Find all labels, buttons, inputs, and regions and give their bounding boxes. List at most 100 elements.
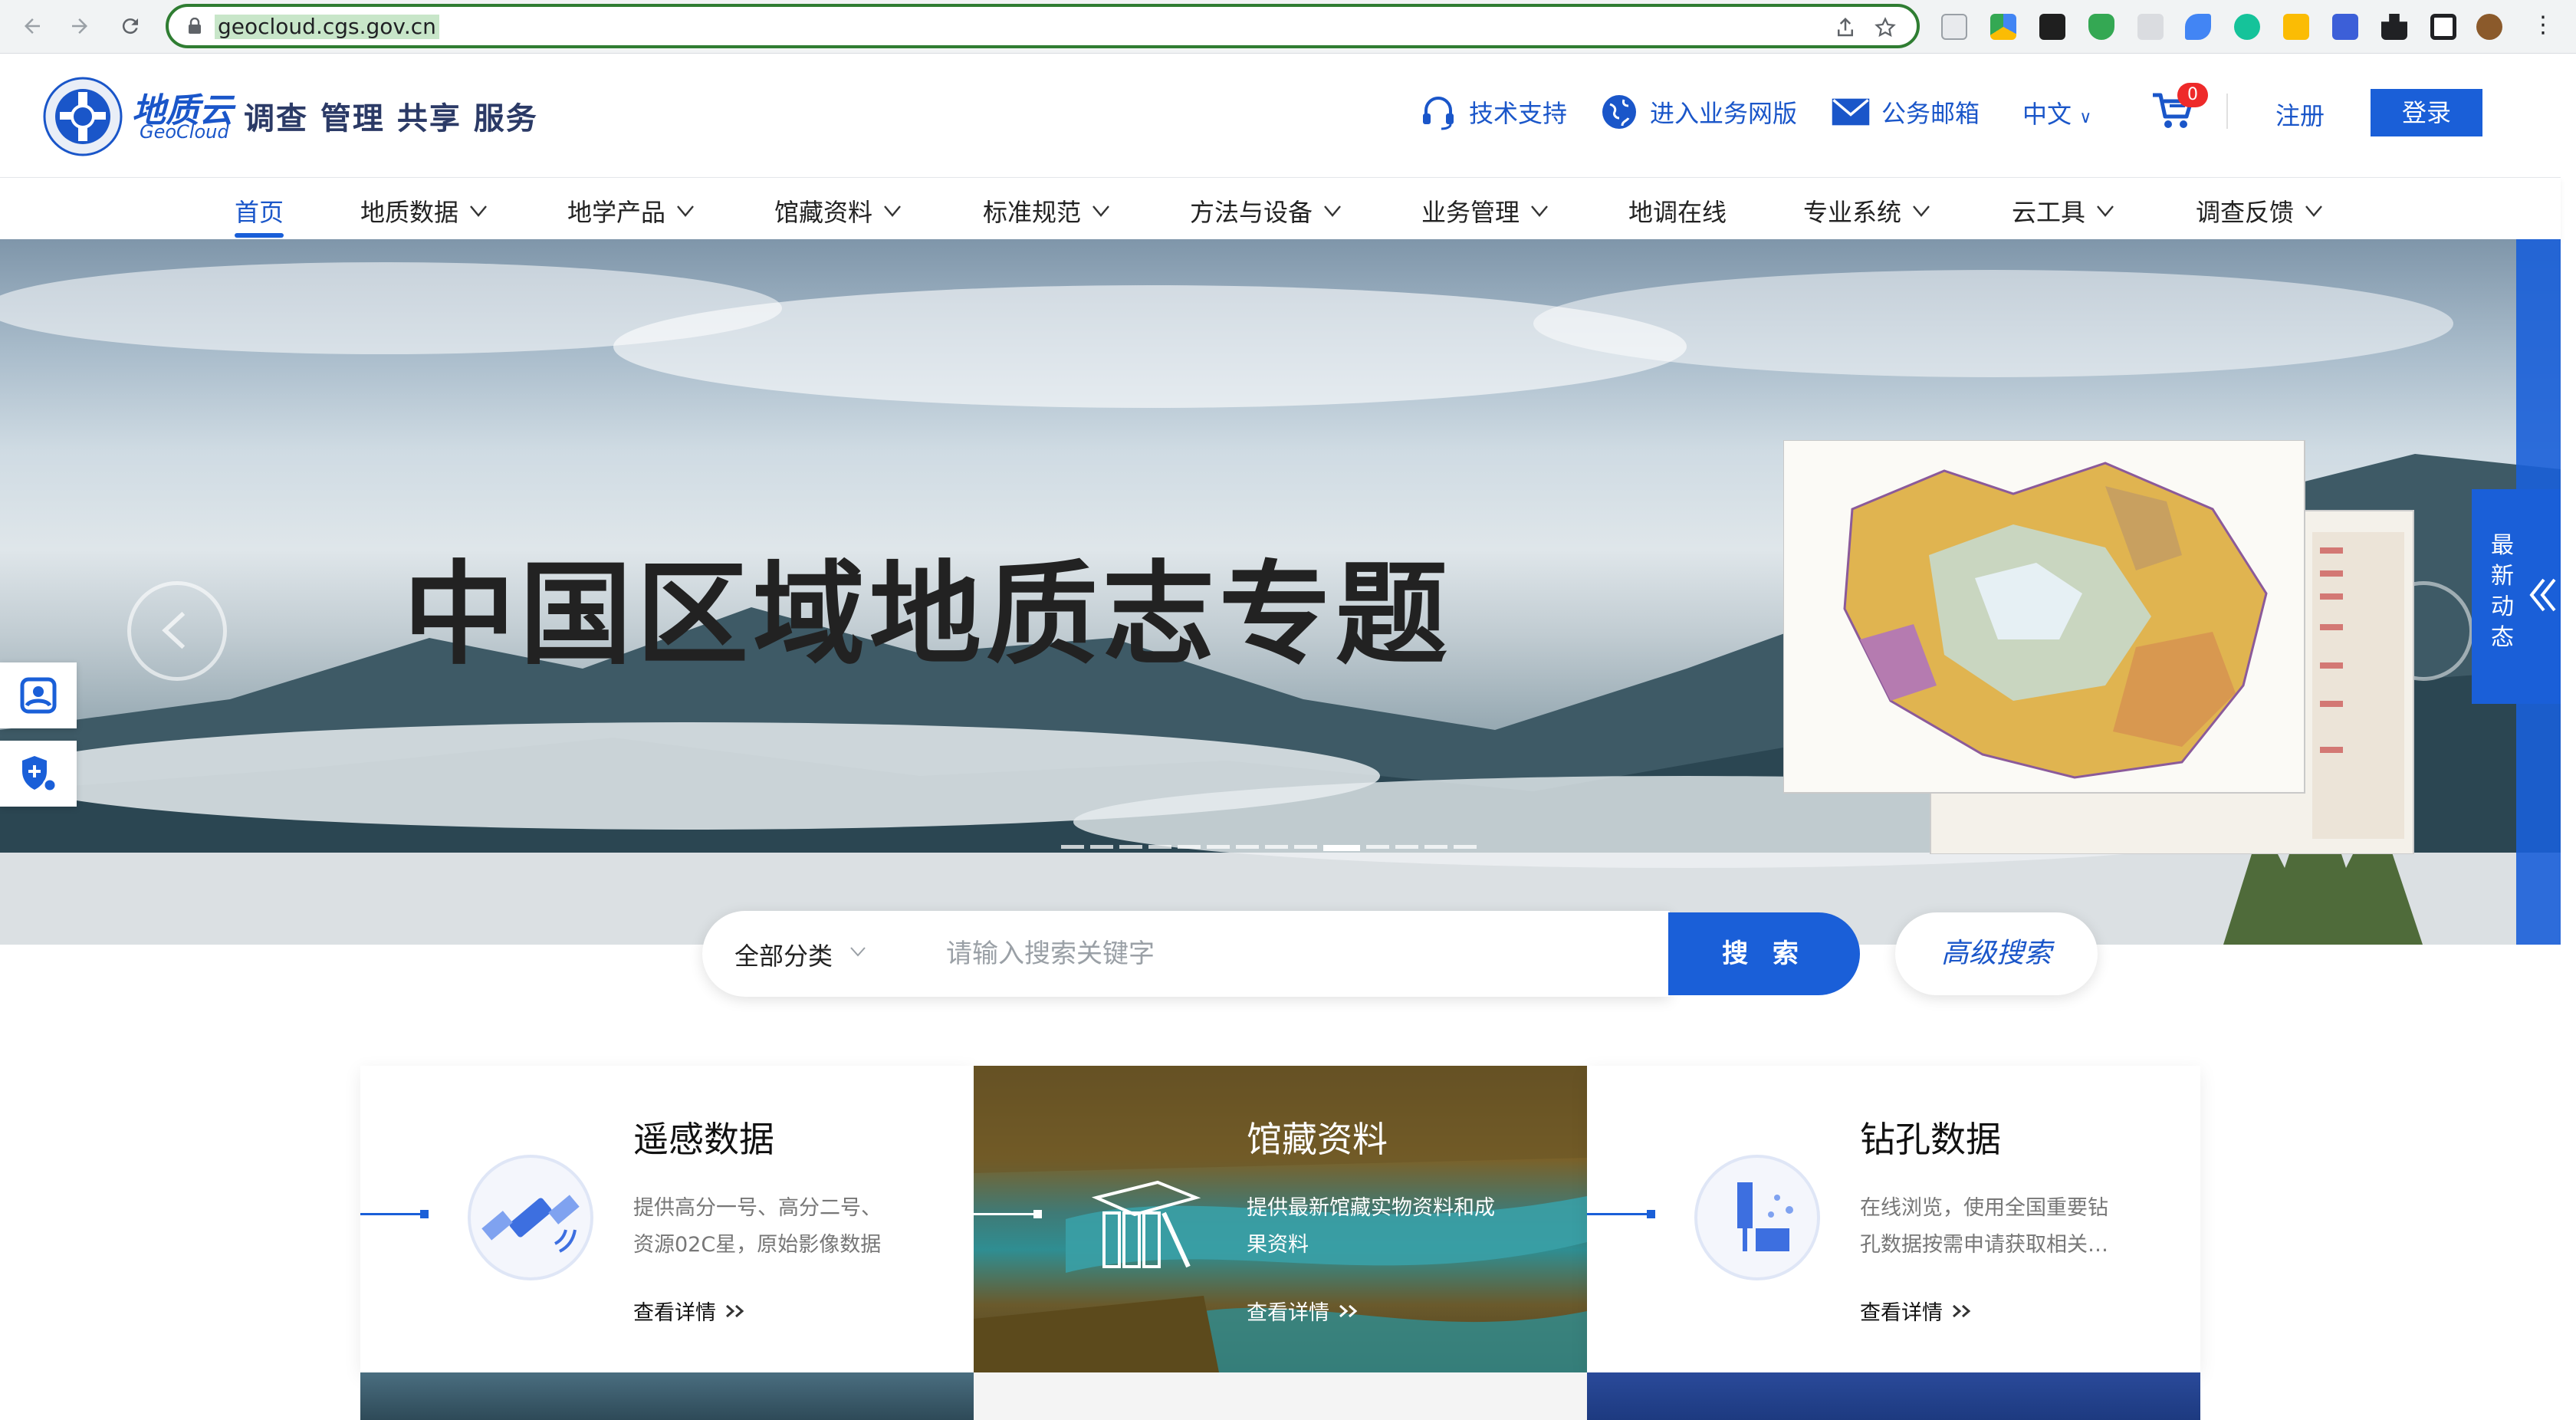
logo-tagline: 调查 管理 共享 服务 bbox=[244, 101, 538, 136]
nav-item-systems[interactable]: 专业系统 bbox=[1803, 193, 1930, 228]
nav-item-geo-data[interactable]: 地质数据 bbox=[360, 193, 488, 228]
latest-news-tab[interactable]: 最新动态 bbox=[2472, 489, 2561, 704]
carousel-dot[interactable] bbox=[1454, 845, 1477, 849]
carousel-dot[interactable] bbox=[1366, 845, 1389, 849]
advanced-search-button[interactable]: 高级搜索 bbox=[1895, 912, 2098, 995]
logo-text-en[interactable]: GeoCloud bbox=[140, 121, 229, 143]
address-bar[interactable]: geocloud.cgs.gov.cn bbox=[166, 4, 1920, 48]
language-label: 中文 bbox=[2022, 100, 2072, 129]
card-more-label: 查看详情 bbox=[633, 1301, 716, 1325]
nav-item-archives[interactable]: 馆藏资料 bbox=[774, 193, 902, 228]
floating-profile-button[interactable] bbox=[0, 662, 77, 728]
hero-banner[interactable]: 中国区域地质志专题 bbox=[0, 239, 2561, 945]
reload-icon bbox=[122, 18, 138, 35]
search-category-select[interactable]: 全部分类 bbox=[734, 937, 833, 972]
carousel-dot[interactable] bbox=[1061, 845, 1084, 849]
carousel-dot[interactable] bbox=[1236, 845, 1259, 849]
card-row2-image-blue[interactable] bbox=[1587, 1372, 2200, 1420]
extension-gray-icon[interactable] bbox=[2137, 14, 2164, 40]
chevron-down-icon bbox=[677, 205, 694, 217]
card-row2-blank[interactable] bbox=[974, 1372, 1587, 1420]
nav-item-label: 专业系统 bbox=[1803, 198, 1902, 227]
shield-extension-icon[interactable] bbox=[2088, 14, 2114, 40]
card-connector-dot bbox=[420, 1210, 429, 1218]
chevron-down-icon bbox=[2097, 205, 2114, 217]
extension-dark-icon[interactable] bbox=[2039, 14, 2065, 40]
nav-item-label: 地调在线 bbox=[1628, 198, 1727, 227]
chevron-down-icon bbox=[884, 205, 901, 217]
chevron-down-icon bbox=[1531, 205, 1548, 217]
nav-item-business[interactable]: 业务管理 bbox=[1421, 193, 1549, 228]
carousel-dot[interactable] bbox=[1178, 845, 1201, 849]
language-selector[interactable]: 中文 ∨ bbox=[2022, 95, 2091, 130]
star-icon[interactable] bbox=[1874, 16, 1897, 39]
nav-item-label: 地质数据 bbox=[360, 198, 459, 227]
carousel-prev-button[interactable] bbox=[127, 581, 227, 681]
forward-button[interactable] bbox=[64, 11, 95, 41]
reload-button[interactable] bbox=[115, 11, 146, 41]
geocloud-emblem-icon[interactable] bbox=[43, 77, 123, 156]
nav-item-cloud-tools[interactable]: 云工具 bbox=[2012, 193, 2114, 228]
chevron-down-icon bbox=[1913, 205, 1930, 217]
register-link[interactable]: 注册 bbox=[2275, 97, 2325, 132]
nav-item-label: 首页 bbox=[235, 198, 284, 227]
site-header: 地质云 GeoCloud 调查 管理 共享 服务 技术支持 进入业务网版 公务邮… bbox=[0, 54, 2561, 178]
carousel-dot[interactable] bbox=[1207, 845, 1230, 849]
card-remote-sensing[interactable]: 遥感数据 提供高分一号、高分二号、资源02C星，原始影像数据 查看详情 bbox=[360, 1066, 974, 1372]
carousel-dot[interactable] bbox=[1148, 845, 1171, 849]
back-button[interactable] bbox=[17, 11, 48, 41]
avatar[interactable] bbox=[2476, 14, 2502, 40]
hero-title[interactable]: 中国区域地质志专题 bbox=[403, 524, 1452, 686]
grammarly-icon[interactable] bbox=[2234, 14, 2260, 40]
card-row2-image[interactable] bbox=[360, 1372, 974, 1420]
shield-plus-icon bbox=[22, 756, 58, 793]
cart-count-badge: 0 bbox=[2177, 83, 2208, 107]
double-chevron-left-icon bbox=[2529, 578, 2556, 612]
login-button[interactable]: 登录 bbox=[2371, 89, 2482, 136]
menu-dots-icon[interactable]: ⋮ bbox=[2530, 14, 2556, 40]
card-more-label: 查看详情 bbox=[1860, 1301, 1943, 1325]
carousel-dot-active[interactable] bbox=[1323, 845, 1360, 851]
sidepanel-icon[interactable] bbox=[2430, 14, 2456, 40]
drive-extension-icon[interactable] bbox=[1990, 14, 2016, 40]
nav-item-home[interactable]: 首页 bbox=[235, 193, 284, 228]
search-button[interactable]: 搜 索 bbox=[1668, 912, 1860, 995]
sound-extension-icon[interactable] bbox=[2185, 14, 2211, 40]
card-borehole[interactable]: 钻孔数据 在线浏览，使用全国重要钻孔数据按需申请获取相关… 查看详情 bbox=[1587, 1066, 2200, 1372]
carousel-dot[interactable] bbox=[1265, 845, 1288, 849]
card-archives[interactable]: 馆藏资料 提供最新馆藏实物资料和成果资料 查看详情 bbox=[974, 1066, 1587, 1372]
nav-item-geo-products[interactable]: 地学产品 bbox=[567, 193, 695, 228]
search-input[interactable] bbox=[946, 931, 1636, 977]
card-more-link[interactable]: 查看详情 bbox=[1247, 1296, 1362, 1326]
extension-doc-icon[interactable] bbox=[1941, 14, 1967, 40]
card-more-link[interactable]: 查看详情 bbox=[633, 1296, 748, 1326]
download-extension-icon[interactable] bbox=[2283, 14, 2309, 40]
headset-icon bbox=[1423, 97, 1454, 130]
card-more-link[interactable]: 查看详情 bbox=[1860, 1296, 1975, 1326]
satellite-icon bbox=[468, 1155, 593, 1280]
business-net-link[interactable]: 进入业务网版 bbox=[1599, 90, 1797, 133]
chevron-down-icon bbox=[1092, 205, 1109, 217]
globe-icon bbox=[1602, 95, 1636, 129]
tech-support-link[interactable]: 技术支持 bbox=[1418, 90, 1567, 133]
nav-item-standards[interactable]: 标准规范 bbox=[983, 193, 1110, 228]
carousel-dot[interactable] bbox=[1395, 845, 1418, 849]
chevron-down-icon[interactable] bbox=[849, 946, 866, 957]
floating-service-button[interactable] bbox=[0, 741, 77, 807]
share-icon[interactable] bbox=[1834, 16, 1857, 39]
double-chevron-right-icon bbox=[1339, 1304, 1358, 1317]
nav-item-feedback[interactable]: 调查反馈 bbox=[2196, 193, 2323, 228]
mailbox-link[interactable]: 公务邮箱 bbox=[1831, 90, 1980, 133]
main-nav: 首页 地质数据 地学产品 馆藏资料 标准规范 方法与设备 业务管理 地调在线 专… bbox=[0, 178, 2561, 239]
carousel-dot[interactable] bbox=[1424, 845, 1447, 849]
carousel-dot[interactable] bbox=[1119, 845, 1142, 849]
nav-item-label: 业务管理 bbox=[1421, 198, 1520, 227]
carousel-dot[interactable] bbox=[1090, 845, 1113, 849]
extension-blue-icon[interactable] bbox=[2332, 14, 2358, 40]
nav-item-methods[interactable]: 方法与设备 bbox=[1190, 193, 1342, 228]
carousel-dot[interactable] bbox=[1294, 845, 1317, 849]
geologic-map-image[interactable] bbox=[1783, 440, 2415, 854]
nav-item-online[interactable]: 地调在线 bbox=[1628, 193, 1727, 228]
puzzle-icon[interactable] bbox=[2381, 14, 2407, 40]
carousel-dots bbox=[1061, 845, 1477, 851]
